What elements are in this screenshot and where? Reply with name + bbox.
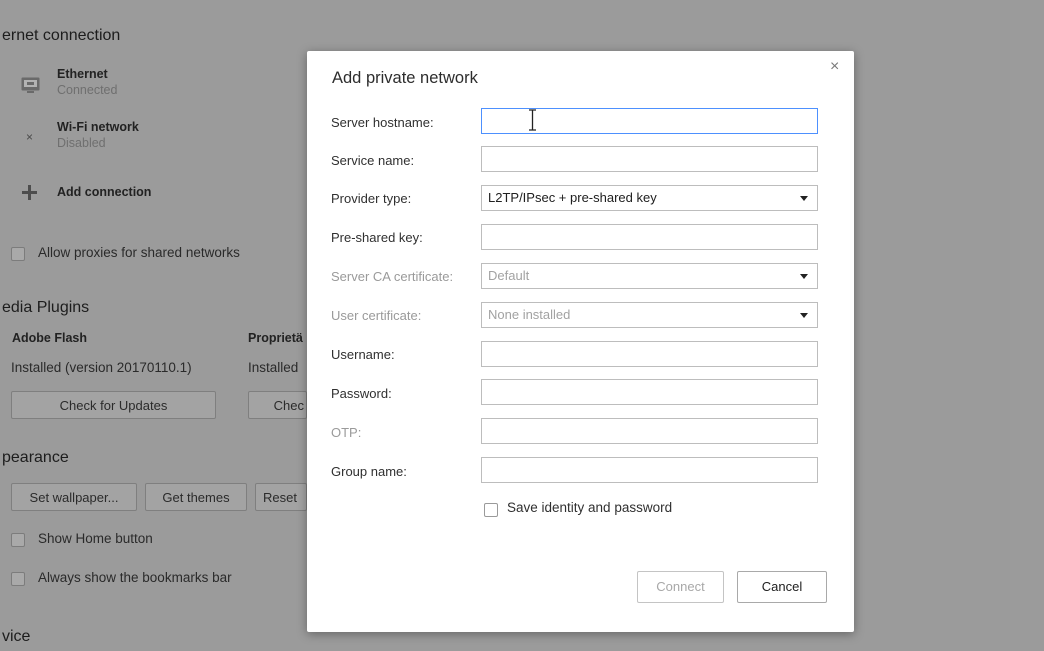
server-ca-certificate-value: Default	[488, 268, 530, 283]
password-label: Password:	[331, 386, 392, 401]
appearance-heading: pearance	[2, 449, 69, 466]
flash-name: Adobe Flash	[12, 331, 88, 345]
user-certificate-select: None installed	[481, 302, 818, 328]
service-name-label: Service name:	[331, 153, 415, 168]
cancel-button[interactable]: Cancel	[737, 571, 827, 603]
proprietary-name: Proprietä	[248, 331, 303, 345]
flash-check-updates-button[interactable]: Check for Updates	[11, 391, 216, 419]
wifi-name[interactable]: Wi-Fi network	[57, 120, 139, 134]
media-plugins-heading: edia Plugins	[2, 299, 90, 316]
proprietary-status: Installed	[248, 360, 299, 375]
close-icon[interactable]: ×	[830, 58, 839, 76]
service-name-input[interactable]	[481, 146, 818, 172]
add-private-network-dialog: Add private network × Server hostname: S…	[307, 51, 854, 632]
chevron-down-icon	[800, 274, 808, 279]
dialog-title: Add private network	[332, 69, 478, 87]
add-connection-link[interactable]: Add connection	[57, 185, 151, 199]
provider-type-label: Provider type:	[331, 191, 412, 206]
pre-shared-key-input[interactable]	[481, 224, 818, 250]
bookmarks-bar-label: Always show the bookmarks bar	[38, 570, 232, 585]
server-ca-certificate-select: Default	[481, 263, 818, 289]
user-certificate-value: None installed	[488, 307, 571, 322]
provider-type-select[interactable]: L2TP/IPsec + pre-shared key	[481, 185, 818, 211]
save-identity-checkbox[interactable]	[484, 503, 498, 517]
otp-input[interactable]	[481, 418, 818, 444]
password-input[interactable]	[481, 379, 818, 405]
otp-label: OTP:	[331, 425, 362, 440]
ethernet-name[interactable]: Ethernet	[57, 67, 108, 81]
chevron-down-icon	[800, 313, 808, 318]
device-heading: vice	[2, 628, 31, 645]
username-label: Username:	[331, 347, 395, 362]
bookmarks-bar-checkbox[interactable]	[11, 572, 25, 586]
server-ca-certificate-label: Server CA certificate:	[331, 269, 454, 284]
pre-shared-key-label: Pre-shared key:	[331, 230, 423, 245]
group-name-label: Group name:	[331, 464, 407, 479]
reset-theme-button[interactable]: Reset	[255, 483, 307, 511]
show-home-checkbox[interactable]	[11, 533, 25, 547]
server-hostname-label: Server hostname:	[331, 115, 434, 130]
internet-connection-heading: ernet connection	[2, 27, 121, 44]
ethernet-icon	[21, 77, 40, 99]
chevron-down-icon	[800, 196, 808, 201]
user-certificate-label: User certificate:	[331, 308, 422, 323]
allow-proxies-checkbox[interactable]	[11, 247, 25, 261]
username-input[interactable]	[481, 341, 818, 367]
set-wallpaper-button[interactable]: Set wallpaper...	[11, 483, 137, 511]
wifi-disabled-icon: ×	[26, 130, 34, 144]
get-themes-button[interactable]: Get themes	[145, 483, 247, 511]
provider-type-value: L2TP/IPsec + pre-shared key	[488, 190, 657, 205]
flash-status: Installed (version 20170110.1)	[11, 360, 192, 375]
allow-proxies-label: Allow proxies for shared networks	[38, 245, 240, 260]
save-identity-label: Save identity and password	[507, 500, 673, 515]
connect-button[interactable]: Connect	[637, 571, 724, 603]
proprietary-check-updates-button[interactable]: Chec	[248, 391, 307, 419]
plus-icon	[22, 185, 37, 205]
wifi-status: Disabled	[57, 136, 106, 150]
group-name-input[interactable]	[481, 457, 818, 483]
show-home-label: Show Home button	[38, 531, 153, 546]
ethernet-status: Connected	[57, 83, 118, 97]
text-cursor-icon	[528, 109, 537, 136]
